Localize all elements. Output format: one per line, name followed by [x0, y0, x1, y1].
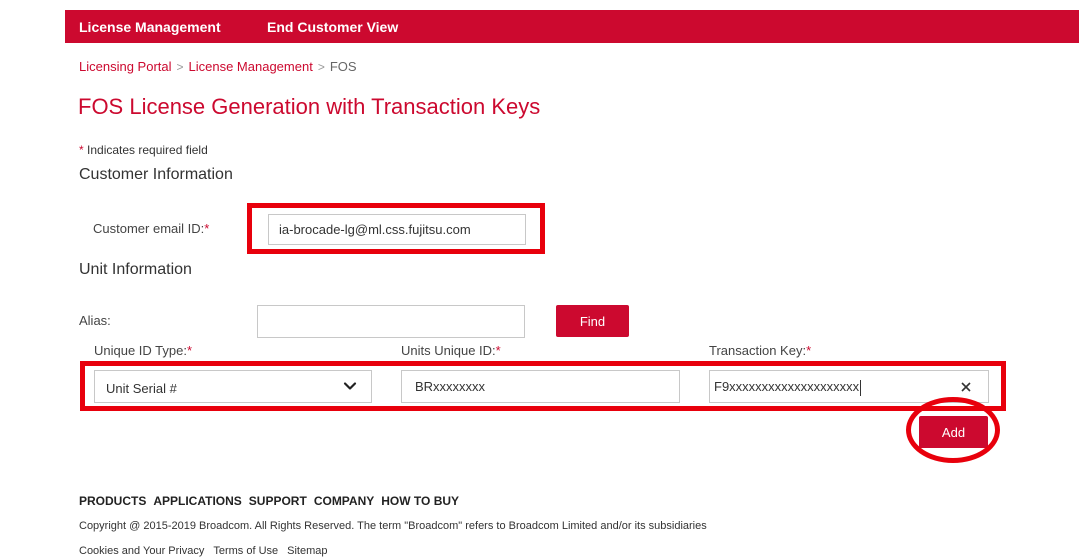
transaction-key-input[interactable]: F9xxxxxxxxxxxxxxxxxxxx	[709, 370, 989, 403]
footer-cookies-link[interactable]: Cookies and Your Privacy	[79, 545, 204, 557]
copyright-text: Copyright @ 2015-2019 Broadcom. All Righ…	[79, 520, 707, 532]
alias-label: Alias:	[79, 313, 111, 328]
text-caret	[860, 379, 862, 396]
footer-terms-link[interactable]: Terms of Use	[213, 545, 278, 557]
transaction-key-label-text: Transaction Key:	[709, 343, 807, 358]
customer-email-label: Customer email ID:*	[93, 221, 209, 236]
footer-applications-link[interactable]: APPLICATIONS	[153, 494, 241, 508]
find-button[interactable]: Find	[556, 305, 629, 337]
units-unique-id-label: Units Unique ID:*	[401, 343, 501, 358]
required-note-text: Indicates required field	[83, 143, 208, 157]
footer-company-link[interactable]: COMPANY	[314, 494, 374, 508]
footer-support-link[interactable]: SUPPORT	[249, 494, 307, 508]
required-star: *	[204, 221, 210, 236]
units-unique-id-input[interactable]	[401, 370, 680, 403]
footer-products-link[interactable]: PRODUCTS	[79, 494, 146, 508]
required-star: *	[806, 343, 812, 358]
required-star: *	[186, 343, 193, 358]
add-button[interactable]: Add	[919, 416, 988, 448]
breadcrumb-license-management[interactable]: License Management	[189, 59, 313, 74]
unique-id-type-select[interactable]: Unit Serial #	[94, 370, 372, 403]
units-unique-id-label-text: Units Unique ID:	[401, 343, 496, 358]
customer-email-label-text: Customer email ID:	[93, 221, 205, 236]
clear-icon[interactable]	[960, 381, 972, 393]
required-star: *	[495, 343, 501, 358]
footer-sitemap-link[interactable]: Sitemap	[287, 545, 327, 557]
customer-email-input[interactable]	[268, 214, 526, 245]
unique-id-type-label-text: Unique ID Type:	[94, 343, 187, 358]
chevron-down-icon	[343, 382, 357, 390]
footer-how-to-buy-link[interactable]: HOW TO BUY	[381, 494, 459, 508]
footer-nav: PRODUCTS APPLICATIONS SUPPORT COMPANY HOW TO…	[79, 494, 466, 508]
page-title: FOS License Generation with Transaction …	[78, 94, 541, 119]
breadcrumb-licensing-portal[interactable]: Licensing Portal	[79, 59, 172, 74]
breadcrumb-fos: FOS	[329, 59, 357, 74]
customer-information-heading: Customer Information	[79, 166, 233, 183]
nav-license-management[interactable]: License Management	[79, 19, 221, 35]
transaction-key-value: F9xxxxxxxxxxxxxxxxxxxx	[714, 379, 860, 394]
unique-id-type-value: Unit Serial #	[106, 381, 177, 396]
required-field-note: * Indicates required field	[79, 143, 208, 157]
unit-information-heading: Unit Information	[79, 261, 192, 278]
nav-end-customer-view[interactable]: End Customer View	[267, 19, 398, 35]
top-nav-bar: License Management End Customer View	[65, 10, 1079, 43]
alias-input[interactable]	[257, 305, 525, 338]
breadcrumb: Licensing Portal > License Management > FOS	[79, 59, 357, 74]
unique-id-type-label: Unique ID Type:*	[94, 343, 192, 358]
breadcrumb-separator: >	[176, 60, 184, 74]
transaction-key-label: Transaction Key:*	[709, 343, 811, 358]
breadcrumb-separator: >	[317, 60, 325, 74]
footer-links: Cookies and Your Privacy Terms of Use Site…	[79, 545, 337, 557]
